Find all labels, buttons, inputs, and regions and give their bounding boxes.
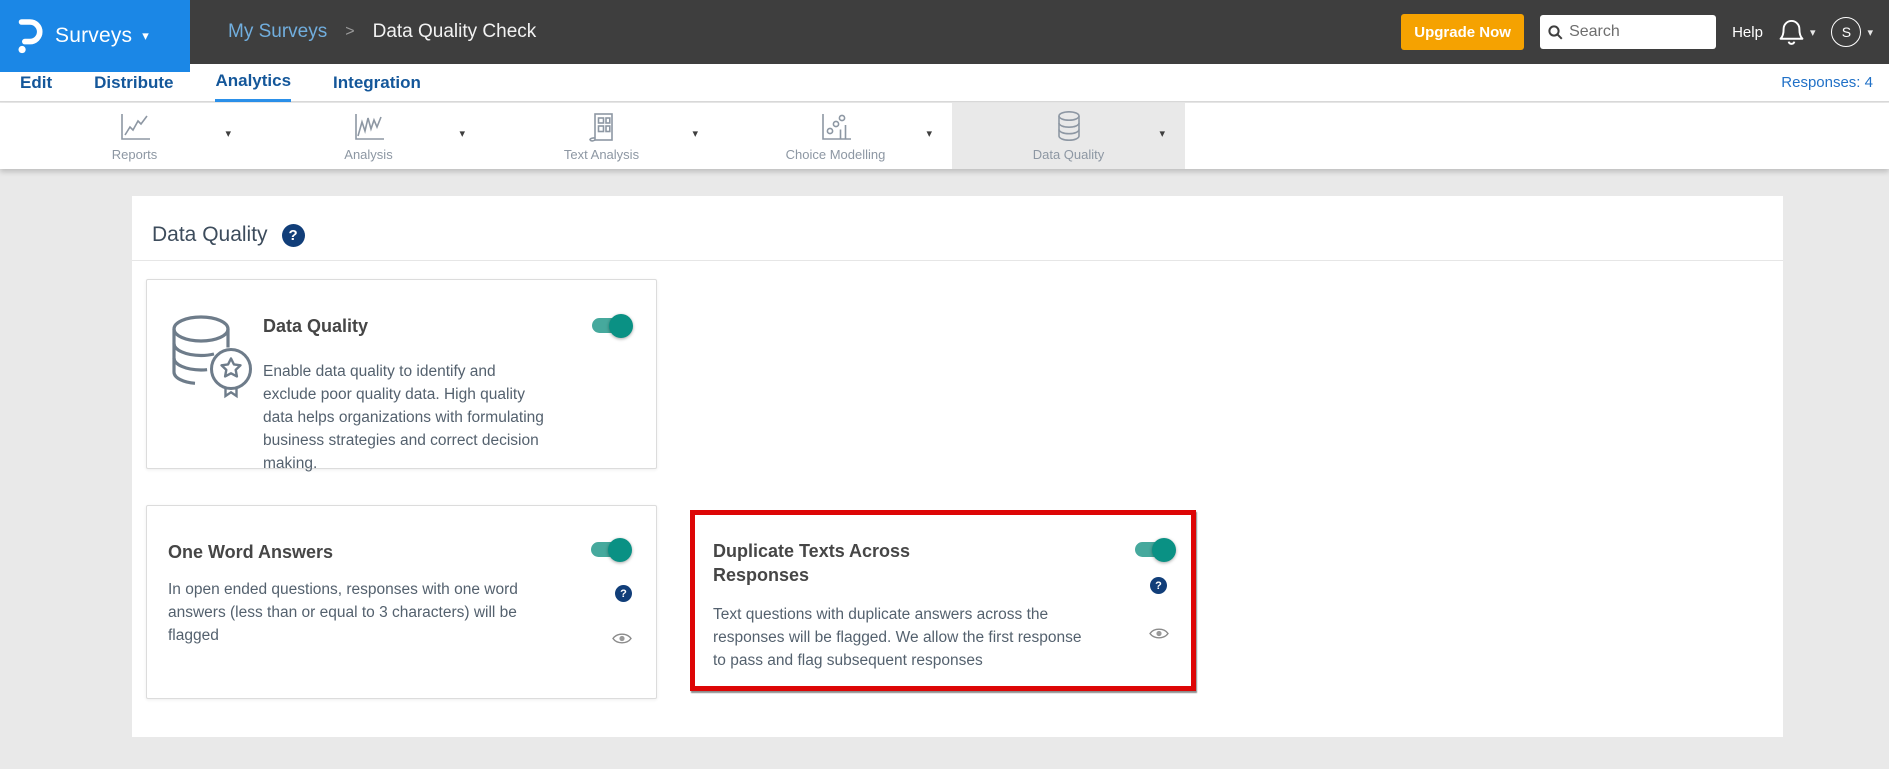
data-quality-card: Data Quality Enable data quality to iden…: [146, 279, 657, 472]
card-description: In open ended questions, responses with …: [168, 581, 518, 644]
duplicate-texts-toggle[interactable]: [1135, 537, 1176, 562]
responses-count[interactable]: Responses: 4: [1781, 64, 1873, 102]
chevron-down-icon: ▾: [1809, 26, 1816, 39]
duplicate-texts-card: Duplicate Texts Across Responses ? Text …: [695, 515, 1191, 686]
card-title: Data Quality: [263, 316, 369, 336]
highlighted-card-outline: Duplicate Texts Across Responses ? Text …: [690, 510, 1196, 691]
card-description: Enable data quality to identify and excl…: [263, 363, 544, 472]
product-label: Surveys: [55, 24, 133, 47]
trend-chart-icon: [351, 110, 387, 142]
card-description: Text questions with duplicate answers ac…: [713, 606, 1082, 669]
duplicate-texts-preview-eye-icon[interactable]: [1149, 627, 1169, 640]
subnav-item-data-quality[interactable]: Data Quality ▾: [952, 103, 1185, 169]
search-box[interactable]: [1540, 15, 1717, 49]
product-switcher[interactable]: Surveys ▾: [0, 0, 190, 72]
subnav-item-analysis[interactable]: Analysis ▾: [252, 103, 485, 169]
duplicate-texts-help-icon[interactable]: ?: [1150, 577, 1167, 594]
subnav-item-choice-modelling[interactable]: Choice Modelling ▾: [719, 103, 952, 169]
one-word-help-icon[interactable]: ?: [615, 585, 632, 602]
subnav-item-reports[interactable]: Reports ▾: [18, 103, 251, 169]
survey-nav-tabs: Edit Distribute Analytics Integration Re…: [0, 64, 1889, 102]
avatar: S: [1831, 17, 1862, 47]
top-header: My Surveys > Data Quality Check Upgrade …: [0, 0, 1889, 64]
card-title: Duplicate Texts Across Responses: [713, 541, 911, 585]
toggle-knob: [609, 313, 633, 338]
tab-integration[interactable]: Integration: [333, 65, 421, 101]
search-icon: [1548, 24, 1563, 40]
help-link[interactable]: Help: [1732, 24, 1763, 41]
bell-icon: [1779, 18, 1804, 47]
text-report-icon: [584, 110, 620, 142]
breadcrumb-separator-icon: >: [345, 23, 355, 40]
questionpro-logo-icon: [15, 17, 43, 55]
chevron-down-icon[interactable]: ▾: [692, 127, 698, 140]
toggle-knob: [1152, 537, 1176, 562]
chevron-down-icon: ▾: [142, 28, 149, 43]
account-menu-button[interactable]: S ▾: [1831, 17, 1873, 47]
breadcrumb: My Surveys > Data Quality Check: [228, 0, 536, 64]
breadcrumb-my-surveys[interactable]: My Surveys: [228, 21, 327, 43]
database-badge-icon: [165, 312, 261, 405]
subnav-item-text-analysis[interactable]: Text Analysis ▾: [485, 103, 718, 169]
one-word-answers-toggle[interactable]: [591, 537, 632, 562]
chevron-down-icon[interactable]: ▾: [225, 127, 231, 140]
page-title: Data Quality: [152, 223, 268, 246]
notifications-button[interactable]: ▾: [1779, 18, 1816, 47]
breadcrumb-current-page: Data Quality Check: [372, 21, 537, 42]
toggle-knob: [608, 537, 632, 562]
upgrade-now-button[interactable]: Upgrade Now: [1401, 14, 1525, 50]
line-chart-icon: [117, 110, 153, 142]
data-quality-panel: Data Quality ? Data Quality Enable data …: [132, 196, 1783, 737]
database-icon: [1051, 110, 1087, 142]
page-help-icon[interactable]: ?: [281, 223, 305, 247]
chevron-down-icon[interactable]: ▾: [459, 127, 465, 140]
one-word-preview-eye-icon[interactable]: [612, 632, 632, 645]
chevron-down-icon[interactable]: ▾: [1159, 127, 1165, 140]
tab-analytics[interactable]: Analytics: [215, 63, 292, 102]
chevron-down-icon: ▾: [1867, 26, 1873, 39]
chevron-down-icon[interactable]: ▾: [926, 127, 932, 140]
data-quality-toggle[interactable]: [592, 313, 633, 338]
bubble-chart-icon: [818, 110, 854, 142]
divider: [132, 260, 1783, 261]
search-input[interactable]: [1569, 23, 1700, 41]
analytics-subnav: Reports ▾ Analysis ▾ Text Analysis ▾ Cho…: [0, 103, 1889, 169]
one-word-answers-card: One Word Answers In open ended questions…: [146, 505, 657, 699]
card-title: One Word Answers: [168, 542, 334, 562]
